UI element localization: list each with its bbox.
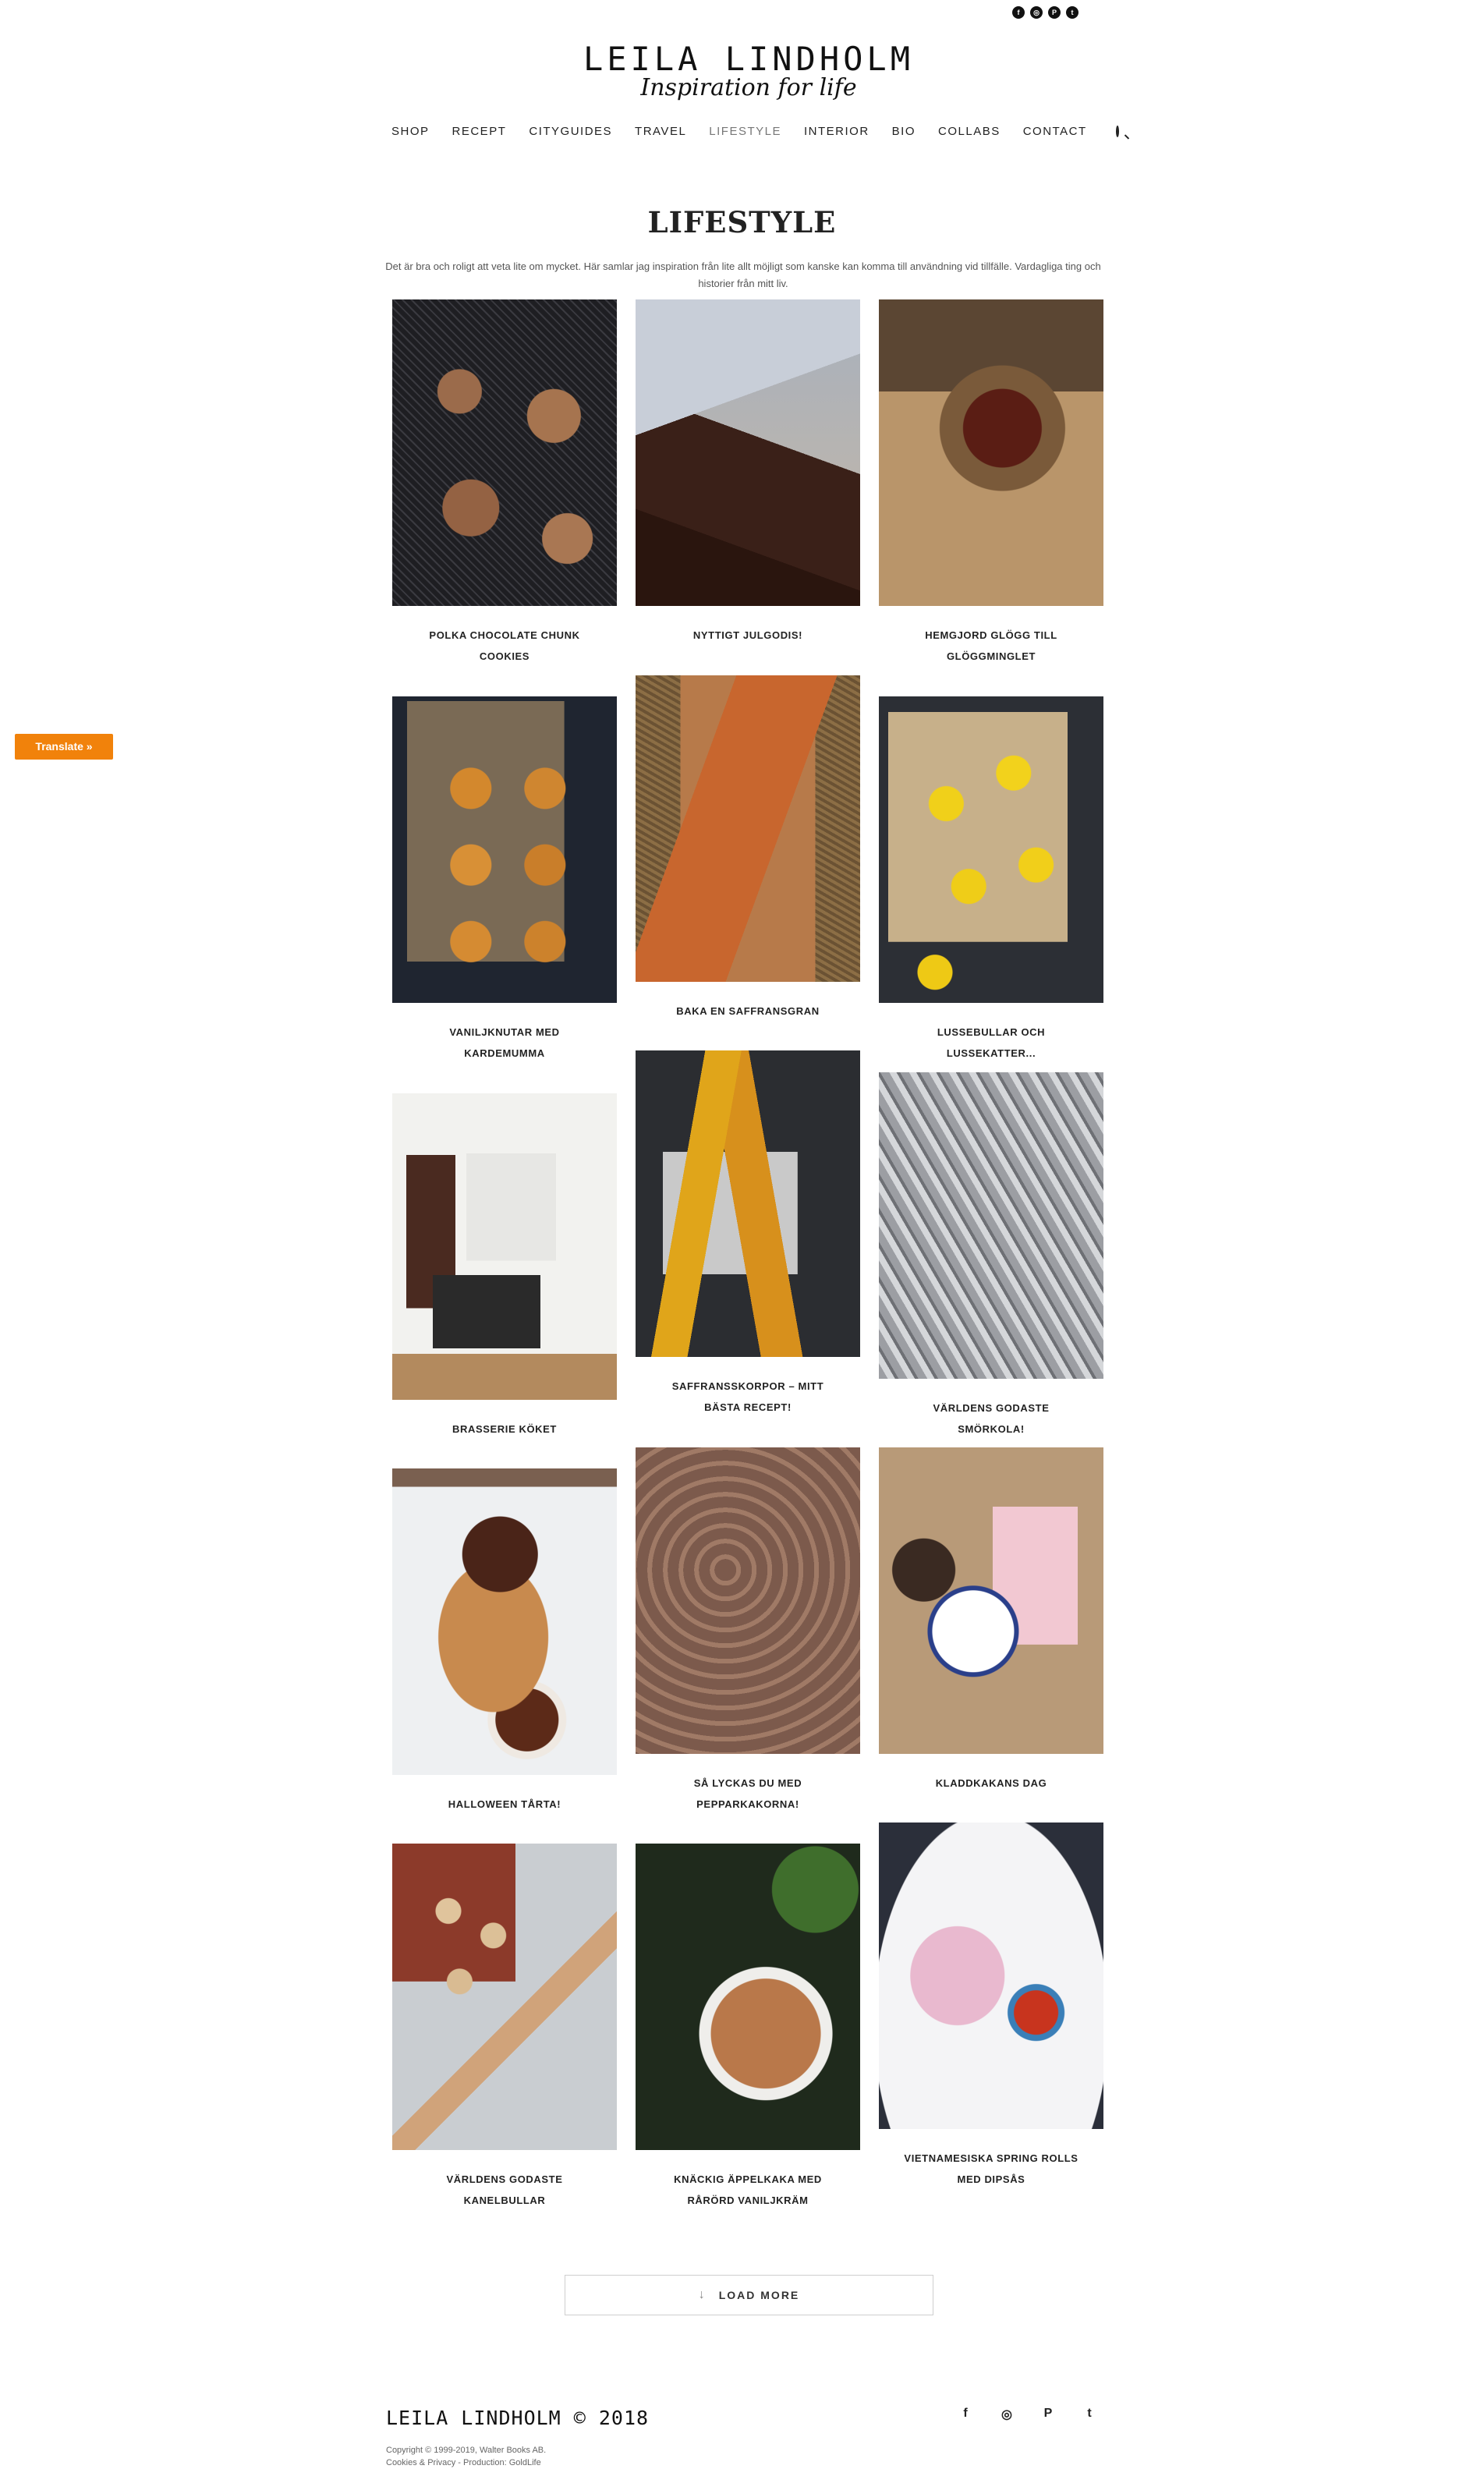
post-image-lussebullar[interactable] [879,696,1103,1003]
pinterest-icon[interactable]: P [1040,2407,1056,2422]
post-title[interactable]: HEMGJORD GLÖGG TILL GLÖGGMINGLET [879,625,1103,667]
post-image-vaniljknutar[interactable] [392,696,617,1003]
post-image-chocolate[interactable] [636,299,860,606]
post-card[interactable]: SÅ LYCKAS DU MED PEPPARKAKORNA! [636,1447,860,1815]
post-card[interactable]: HEMGJORD GLÖGG TILL GLÖGGMINGLET [879,299,1103,667]
facebook-icon[interactable]: f [1012,6,1025,19]
instagram-icon[interactable]: ◎ [1030,6,1043,19]
post-image-smorkola[interactable] [879,1072,1103,1379]
nav-item-collabs[interactable]: COLLABS [938,125,1001,138]
footer-copyright: Copyright © 1999-2019, Walter Books AB. … [386,2444,546,2469]
twitter-icon[interactable]: t [1082,2407,1097,2422]
nav-item-bio[interactable]: BIO [892,125,916,138]
nav-item-interior[interactable]: INTERIOR [804,125,870,138]
post-card[interactable]: HALLOWEEN TÅRTA! [392,1468,617,1815]
post-image-pepparkakor[interactable] [636,1447,860,1754]
post-title[interactable]: VÄRLDENS GODASTE KANELBULLAR [392,2169,617,2211]
post-title[interactable]: SAFFRANSSKORPOR – MITT BÄSTA RECEPT! [636,1376,860,1418]
post-image-cookies[interactable] [392,299,617,606]
arrow-down-icon: ↓ [698,2288,707,2301]
post-title[interactable]: SÅ LYCKAS DU MED PEPPARKAKORNA! [636,1773,860,1815]
pinterest-icon[interactable]: P [1048,6,1061,19]
search-icon[interactable] [1115,126,1119,137]
twitter-icon[interactable]: t [1066,6,1078,19]
post-title[interactable]: KNÄCKIG ÄPPELKAKA MED RÅRÖRD VANILJKRÄM [636,2169,860,2211]
post-title[interactable]: BRASSERIE KÖKET [392,1419,617,1440]
post-image-saffransskorpor[interactable] [636,1050,860,1357]
nav-item-lifestyle[interactable]: LIFESTYLE [709,125,781,138]
footer-links[interactable]: Cookies & Privacy - Production: GoldLife [386,2457,546,2469]
post-title[interactable]: POLKA CHOCOLATE CHUNK COOKIES [392,625,617,667]
main-nav: SHOP RECEPT CITYGUIDES TRAVEL LIFESTYLE … [391,125,1119,138]
post-card[interactable]: LUSSEBULLAR OCH LUSSEKATTER... [879,696,1103,1064]
footer-brand: LEILA LINDHOLM © 2018 [386,2407,650,2429]
post-title[interactable]: NYTTIGT JULGODIS! [636,625,860,646]
nav-item-cityguides[interactable]: CITYGUIDES [529,125,612,138]
post-title[interactable]: VANILJKNUTAR MED KARDEMUMMA [392,1022,617,1064]
post-title[interactable]: VÄRLDENS GODASTE SMÖRKOLA! [879,1397,1103,1440]
post-card[interactable]: KNÄCKIG ÄPPELKAKA MED RÅRÖRD VANILJKRÄM [636,1844,860,2211]
logo-tagline: Inspiration for life [640,74,857,101]
page-title: LIFESTYLE [647,204,837,239]
footer-social-links: f ◎ P t [958,2407,1097,2422]
post-title[interactable]: BAKA EN SAFFRANSGRAN [636,1001,860,1022]
post-image-halloween-tarta[interactable] [392,1468,617,1775]
post-image-saffransgran[interactable] [636,675,860,982]
post-title[interactable]: LUSSEBULLAR OCH LUSSEKATTER... [879,1022,1103,1064]
post-title[interactable]: KLADDKAKANS DAG [879,1773,1103,1794]
post-title[interactable]: VIETNAMESISKA SPRING ROLLS MED DIPSÅS [879,2148,1103,2190]
facebook-icon[interactable]: f [958,2407,973,2422]
post-card[interactable]: KLADDKAKANS DAG [879,1447,1103,1794]
post-card[interactable]: BAKA EN SAFFRANSGRAN [636,675,860,1022]
page-intro: Det är bra och roligt att veta lite om m… [385,260,1101,289]
copyright-text: Copyright © 1999-2019, Walter Books AB. [386,2446,547,2455]
post-card[interactable]: BRASSERIE KÖKET [392,1093,617,1440]
nav-item-travel[interactable]: TRAVEL [635,125,686,138]
post-card[interactable]: VÄRLDENS GODASTE KANELBULLAR [392,1844,617,2211]
post-image-kanelbullar[interactable] [392,1844,617,2150]
post-image-brasserie-koket[interactable] [392,1093,617,1400]
header-social-links: f ◎ P t [1012,6,1078,19]
post-card[interactable]: VIETNAMESISKA SPRING ROLLS MED DIPSÅS [879,1823,1103,2190]
nav-item-recept[interactable]: RECEPT [452,125,507,138]
post-card[interactable]: VANILJKNUTAR MED KARDEMUMMA [392,696,617,1064]
post-title[interactable]: HALLOWEEN TÅRTA! [392,1794,617,1815]
instagram-icon[interactable]: ◎ [999,2407,1015,2422]
post-card[interactable]: SAFFRANSSKORPOR – MITT BÄSTA RECEPT! [636,1050,860,1418]
post-image-appelkaka[interactable] [636,1844,860,2150]
load-more-button[interactable]: ↓ LOAD MORE [565,2275,933,2315]
post-image-spring-rolls[interactable] [879,1823,1103,2129]
post-card[interactable]: POLKA CHOCOLATE CHUNK COOKIES [392,299,617,667]
site-logo[interactable]: LEILA LINDHOLM Inspiration for life [546,39,951,100]
post-image-glogg[interactable] [879,299,1103,606]
post-image-kladdkaka[interactable] [879,1447,1103,1754]
translate-button[interactable]: Translate » [15,734,113,760]
nav-item-shop[interactable]: SHOP [391,125,430,138]
load-more-label: LOAD MORE [718,2289,800,2301]
post-card[interactable]: NYTTIGT JULGODIS! [636,299,860,646]
nav-item-contact[interactable]: CONTACT [1023,125,1087,138]
post-card[interactable]: VÄRLDENS GODASTE SMÖRKOLA! [879,1072,1103,1440]
